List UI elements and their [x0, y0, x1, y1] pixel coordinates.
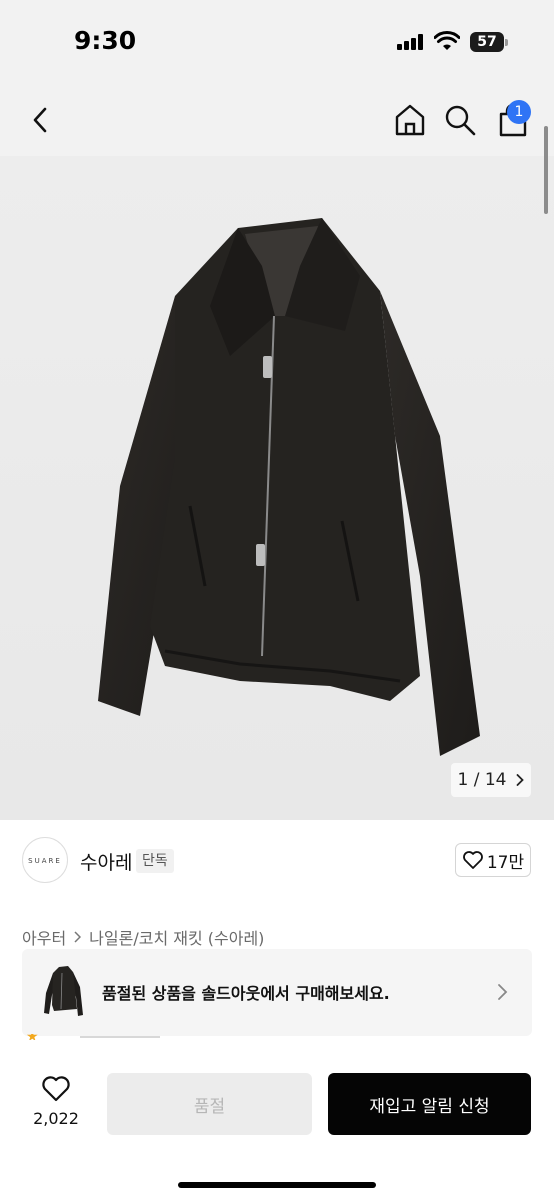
- wifi-icon: [434, 31, 460, 50]
- wish-count: 2,022: [33, 1109, 79, 1128]
- brand-logo[interactable]: SUARE: [22, 837, 68, 883]
- back-arrow-icon[interactable]: [26, 104, 56, 136]
- jacket-image: [98, 218, 480, 756]
- home-icon[interactable]: [393, 103, 427, 137]
- breadcrumb: 아우터 나일론/코치 재킷 (수아레): [22, 925, 264, 949]
- search-icon[interactable]: [444, 104, 476, 136]
- heart-icon: [462, 851, 483, 869]
- status-time: 9:30: [74, 26, 137, 55]
- scroll-indicator: [544, 126, 548, 214]
- restock-alert-button[interactable]: 재입고 알림 신청: [328, 1073, 531, 1135]
- rating-star-icon: ★: [26, 1034, 40, 1040]
- battery-level: 57: [477, 34, 497, 50]
- exclusive-badge: 단독: [136, 849, 174, 873]
- home-indicator: [178, 1182, 376, 1188]
- brand-like-count: 17만: [486, 852, 525, 873]
- image-counter[interactable]: 1 / 14: [451, 763, 531, 797]
- cart-count-badge: 1: [507, 100, 531, 124]
- product-image[interactable]: [0, 156, 554, 820]
- brand-name[interactable]: 수아레: [80, 848, 132, 875]
- jacket-thumbnail: [44, 966, 83, 1016]
- breadcrumb-item[interactable]: 나일론/코치 재킷 (수아레): [89, 925, 264, 949]
- heart-icon[interactable]: [41, 1075, 71, 1103]
- image-counter-label: 1 / 14: [457, 770, 507, 790]
- chevron-right-icon: [517, 774, 525, 786]
- chevron-right-icon: [74, 931, 82, 943]
- nav-bar: [0, 84, 554, 156]
- status-bar: 9:30 57: [0, 0, 554, 84]
- breadcrumb-item[interactable]: 아우터: [22, 925, 66, 949]
- brand-like-button[interactable]: 17만: [455, 843, 531, 877]
- soldout-banner[interactable]: 품절된 상품을 솔드아웃에서 구매해보세요.: [22, 949, 532, 1036]
- battery-icon: 57: [470, 32, 508, 52]
- soldout-banner-message: 품절된 상품을 솔드아웃에서 구매해보세요.: [102, 984, 390, 1003]
- chevron-right-icon: [498, 984, 508, 1000]
- signal-icon: [397, 34, 423, 50]
- divider: [80, 1036, 160, 1038]
- soldout-button: 품절: [107, 1073, 312, 1135]
